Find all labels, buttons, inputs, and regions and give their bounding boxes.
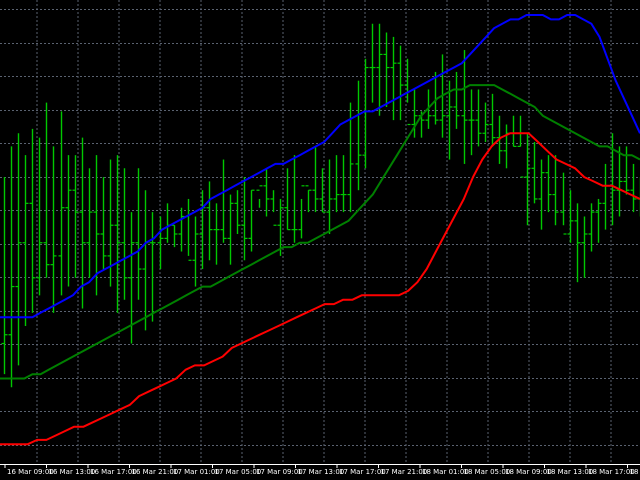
ohlc-bars xyxy=(1,23,640,388)
x-tick-label: 18 Mar 13:00 xyxy=(547,468,594,476)
ohlc-bar xyxy=(291,155,298,243)
ohlc-bar xyxy=(227,194,234,265)
ohlc-bar xyxy=(319,168,326,213)
ohlc-bar xyxy=(234,190,241,234)
x-tick-label: 17 Mar 17:00 xyxy=(339,468,386,476)
ohlc-bar xyxy=(369,23,376,103)
ohlc-bar xyxy=(79,137,86,309)
ohlc-bar xyxy=(574,203,581,283)
ohlc-bar xyxy=(567,190,574,243)
x-tick-label: 16 Mar 09:00 xyxy=(7,468,54,476)
x-tick-label: 16 Mar 21:00 xyxy=(132,468,179,476)
x-tick-label: 18 Mar 05:00 xyxy=(464,468,511,476)
ohlc-bar xyxy=(630,163,637,213)
ohlc-bar xyxy=(468,89,475,156)
ohlc-bar xyxy=(22,155,29,326)
x-axis: 16 Mar 09:0016 Mar 13:0016 Mar 17:0016 M… xyxy=(0,464,640,476)
ohlc-bar xyxy=(142,190,149,331)
ohlc-bar xyxy=(178,207,185,252)
ohlc-bar xyxy=(149,212,156,322)
x-tick-label: 18 Mar 01:00 xyxy=(422,468,469,476)
ohlc-bar xyxy=(545,155,552,213)
x-tick-label: 16 Mar 13:00 xyxy=(49,468,96,476)
ohlc-bar xyxy=(298,185,305,239)
ohlc-bar xyxy=(595,198,602,243)
ohlc-bar xyxy=(623,146,630,195)
ohlc-bar xyxy=(602,163,609,230)
ohlc-bar xyxy=(199,190,206,270)
ohlc-bar xyxy=(270,190,277,226)
ohlc-bar xyxy=(397,45,404,121)
ohlc-bar xyxy=(517,115,524,178)
ohlc-bar xyxy=(531,142,538,204)
ohlc-bar xyxy=(538,159,545,230)
ohlc-bar xyxy=(50,146,57,313)
ohlc-bar xyxy=(100,177,107,270)
ohlc-bar xyxy=(461,50,468,164)
ohlc-bar xyxy=(29,128,36,313)
x-tick-label: 17 Mar 13:00 xyxy=(298,468,345,476)
ohlc-bar xyxy=(312,146,319,213)
x-tick-label: 16 Mar 17:00 xyxy=(90,468,137,476)
ohlc-bar xyxy=(185,198,192,261)
price-chart[interactable]: 16 Mar 09:0016 Mar 13:0016 Mar 17:0016 M… xyxy=(0,0,640,480)
ohlc-bar xyxy=(390,36,397,121)
ohlc-bar xyxy=(503,124,510,169)
ohlc-bar xyxy=(58,111,65,296)
x-tick-label: 17 Mar 09:00 xyxy=(256,468,303,476)
ohlc-bar xyxy=(114,155,121,313)
ohlc-bar xyxy=(333,155,340,213)
ohlc-bar xyxy=(220,159,227,243)
ohlc-bar xyxy=(1,177,8,375)
ohlc-bar xyxy=(376,23,383,116)
ohlc-bar xyxy=(355,80,362,191)
ohlc-bar xyxy=(213,203,220,265)
ohlc-bar xyxy=(86,168,93,278)
ohlc-bar xyxy=(362,58,369,169)
x-tick-label: 18 Mar 17:00 xyxy=(588,468,635,476)
x-tick-label: 18 Mar 09:00 xyxy=(505,468,552,476)
ohlc-bar xyxy=(135,168,142,300)
ohlc-bar xyxy=(560,172,567,235)
ohlc-bar xyxy=(510,115,517,147)
x-tick-label: 18 M xyxy=(630,468,640,476)
ohlc-bar xyxy=(206,181,213,261)
ohlc-bar xyxy=(65,155,72,287)
ohlc-bar xyxy=(453,71,460,129)
ohlc-bar xyxy=(616,146,623,217)
ohlc-bar xyxy=(164,203,171,243)
x-tick-label: 17 Mar 01:00 xyxy=(173,468,220,476)
ohlc-bar xyxy=(15,133,22,366)
x-tick-label: 17 Mar 21:00 xyxy=(381,468,428,476)
ohlc-bar xyxy=(340,155,347,213)
ohlc-bar xyxy=(524,133,531,226)
ohlc-bar xyxy=(157,216,164,270)
ohlc-bar xyxy=(192,216,199,287)
chart-window[interactable]: 16 Mar 09:00 16 Mar 13:00 16 Mar 17:00 16 M… xyxy=(0,0,640,480)
ohlc-bar xyxy=(581,216,588,278)
ohlc-bar xyxy=(8,146,15,388)
ohlc-bar xyxy=(248,189,255,252)
ohlc-bar xyxy=(121,168,128,300)
ohlc-bar xyxy=(263,168,270,217)
ohlc-bar xyxy=(489,93,496,147)
ohlc-bar xyxy=(256,185,263,208)
ohlc-bar xyxy=(43,102,50,278)
ohlc-bar xyxy=(171,224,178,248)
x-tick-label: 17 Mar 05:00 xyxy=(215,468,262,476)
ohlc-bar xyxy=(305,185,312,213)
ohlc-bar xyxy=(475,89,482,147)
ohlc-bar xyxy=(326,159,333,234)
ohlc-bar xyxy=(552,155,559,226)
